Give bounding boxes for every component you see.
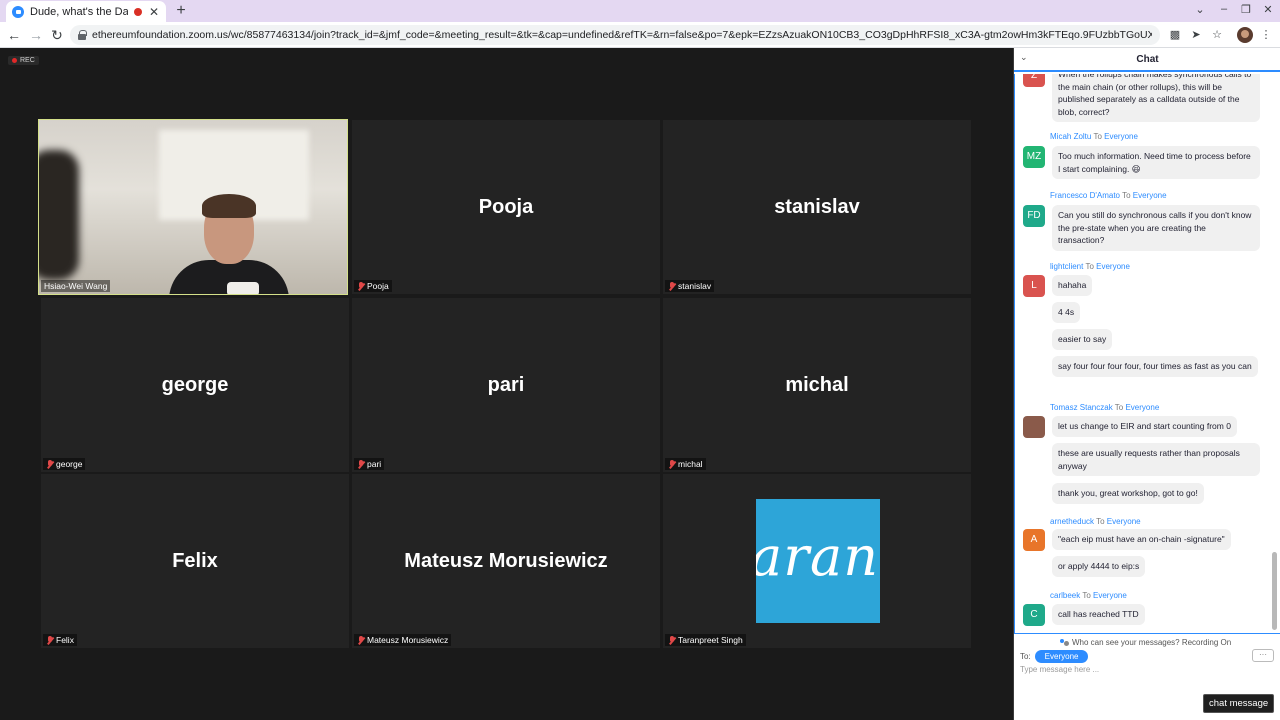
participant-display-name: michal xyxy=(785,374,849,396)
tab-title: Dude, what's the Dan… xyxy=(30,5,128,18)
restore-icon[interactable]: ❐ xyxy=(1239,3,1253,16)
recording-indicator-icon xyxy=(134,7,142,16)
participant-display-name: george xyxy=(161,374,229,396)
browser-tab-bar: Dude, what's the Dan… ✕ + ⌄ – ❐ ✕ xyxy=(0,0,1280,22)
sender-line: Francesco D'Amato To Everyone xyxy=(1050,191,1167,200)
participant-name-label: george xyxy=(43,458,86,470)
reload-icon[interactable]: ↻ xyxy=(48,26,66,44)
lock-icon[interactable] xyxy=(78,30,87,40)
video-tile-active-speaker[interactable]: Hsiao-Wei Wang xyxy=(38,119,348,295)
chat-bubble: thank you, great workshop, got to go! xyxy=(1052,483,1204,504)
mic-muted-icon xyxy=(668,459,676,469)
chat-header: ⌄ Chat xyxy=(1014,48,1280,72)
mic-muted-icon xyxy=(668,635,676,645)
participant-name-label: Hsiao-Wei Wang xyxy=(41,280,111,292)
chat-bubble: call has reached TTD xyxy=(1052,604,1145,625)
mic-muted-icon xyxy=(46,459,54,469)
menu-icon[interactable]: ⋮ xyxy=(1259,28,1273,42)
browser-toolbar: ← → ↻ ethereumfoundation.zoom.us/wc/8587… xyxy=(0,22,1280,48)
chat-bubble: 4 4s xyxy=(1052,302,1081,323)
participant-tile[interactable]: aran Taranpreet Singh xyxy=(663,474,971,648)
participant-name-label: stanislav xyxy=(665,280,715,292)
message-visibility-notice[interactable]: Who can see your messages? Recording On xyxy=(1060,638,1231,647)
browser-tab[interactable]: Dude, what's the Dan… ✕ xyxy=(6,1,166,22)
chat-bubble: "each eip must have an on-chain -signatu… xyxy=(1052,529,1231,550)
chat-bubble: or apply 4444 to eip:s xyxy=(1052,556,1146,577)
cast-icon[interactable]: ▩ xyxy=(1168,28,1182,42)
sender-avatar xyxy=(1023,416,1045,438)
mic-muted-icon xyxy=(668,281,676,291)
zoom-favicon-icon xyxy=(12,5,24,18)
chat-bubble: hahaha xyxy=(1052,275,1093,296)
participant-display-name: Mateusz Morusiewicz xyxy=(404,550,608,572)
sender-avatar: C xyxy=(1023,604,1045,626)
participant-tile[interactable]: Pooja Pooja xyxy=(352,120,660,294)
mic-muted-icon xyxy=(357,635,365,645)
address-bar[interactable]: ethereumfoundation.zoom.us/wc/8587746313… xyxy=(70,25,1160,45)
participant-tile[interactable]: stanislav stanislav xyxy=(663,120,971,294)
participant-name-label: michal xyxy=(665,458,706,470)
sender-avatar: FD xyxy=(1023,205,1045,227)
close-window-icon[interactable]: ✕ xyxy=(1261,3,1275,16)
participant-name-label: Felix xyxy=(43,634,77,646)
participant-tile[interactable]: michal michal xyxy=(663,298,971,472)
participant-display-name: pari xyxy=(487,374,525,396)
tab-close-icon[interactable]: ✕ xyxy=(148,5,160,19)
participant-avatar: aran xyxy=(756,499,880,623)
participant-name-label: pari xyxy=(354,458,385,470)
rec-badge: REC xyxy=(8,56,39,65)
participant-display-name: Felix xyxy=(172,550,218,572)
new-tab-button[interactable]: + xyxy=(173,3,189,19)
sender-line: lightclient To Everyone xyxy=(1050,262,1130,271)
participant-display-name: Pooja xyxy=(478,196,534,218)
sender-line: arnetheduck To Everyone xyxy=(1050,517,1141,526)
chat-bubble: say four four four four, four times as f… xyxy=(1052,356,1258,377)
participant-display-name: stanislav xyxy=(774,196,860,218)
chat-bubble: these are usually requests rather than p… xyxy=(1052,443,1260,476)
back-icon[interactable]: ← xyxy=(5,26,23,44)
chat-scrollbar[interactable] xyxy=(1272,552,1277,630)
tab-search-icon[interactable]: ⌄ xyxy=(1193,3,1207,16)
sender-avatar: MZ xyxy=(1023,146,1045,168)
minimize-icon[interactable]: – xyxy=(1217,3,1231,15)
mic-muted-icon xyxy=(357,459,365,469)
chat-bubble: let us change to EIR and start counting … xyxy=(1052,416,1237,437)
rec-dot-icon xyxy=(12,58,17,63)
mic-muted-icon xyxy=(357,281,365,291)
sender-line: carlbeek To Everyone xyxy=(1050,591,1127,600)
participant-name-label: Pooja xyxy=(354,280,392,292)
url-text: ethereumfoundation.zoom.us/wc/8587746313… xyxy=(92,29,1152,41)
chat-message-input[interactable] xyxy=(1020,665,1270,674)
chat-input-tooltip: chat message xyxy=(1203,694,1275,713)
meeting-area: REC Hsiao-Wei Wang Pooja Pooja stanislav… xyxy=(0,48,1013,720)
mic-muted-icon xyxy=(46,635,54,645)
more-options-button[interactable]: ··· xyxy=(1252,649,1274,662)
participant-tile[interactable]: pari pari xyxy=(352,298,660,472)
sender-avatar: Z xyxy=(1023,74,1045,87)
participant-tile[interactable]: Mateusz Morusiewicz Mateusz Morusiewicz xyxy=(352,474,660,648)
participant-tile[interactable]: Felix Felix xyxy=(41,474,349,648)
people-icon xyxy=(1060,638,1069,647)
forward-icon[interactable]: → xyxy=(27,26,45,44)
sender-line: Micah Zoltu To Everyone xyxy=(1050,132,1138,141)
profile-icon[interactable] xyxy=(1237,27,1253,43)
chat-bubble: Can you still do synchronous calls if yo… xyxy=(1052,205,1260,251)
participant-tile[interactable]: george george xyxy=(41,298,349,472)
chevron-down-icon[interactable]: ⌄ xyxy=(1020,52,1028,63)
participant-name-label: Mateusz Morusiewicz xyxy=(354,634,452,646)
chat-bubble: Too much information. Need time to proce… xyxy=(1052,146,1260,179)
recipient-dropdown[interactable]: Everyone xyxy=(1034,650,1089,663)
chat-panel: ⌄ Chat Z When the rollups chain makes sy… xyxy=(1013,48,1280,720)
recipient-row: To: Everyone xyxy=(1020,650,1089,663)
chat-message-list[interactable]: Z When the rollups chain makes synchrono… xyxy=(1014,74,1280,634)
sender-avatar: A xyxy=(1023,529,1045,551)
sender-line: Tomasz Stanczak To Everyone xyxy=(1050,403,1160,412)
participant-name-label: Taranpreet Singh xyxy=(665,634,746,646)
star-icon[interactable]: ☆ xyxy=(1210,28,1224,42)
send-icon[interactable]: ➤ xyxy=(1189,28,1203,42)
sender-avatar: L xyxy=(1023,275,1045,297)
chat-bubble: When the rollups chain makes synchronous… xyxy=(1052,74,1260,122)
chat-bubble: easier to say xyxy=(1052,329,1113,350)
chat-title: Chat xyxy=(1136,53,1159,65)
